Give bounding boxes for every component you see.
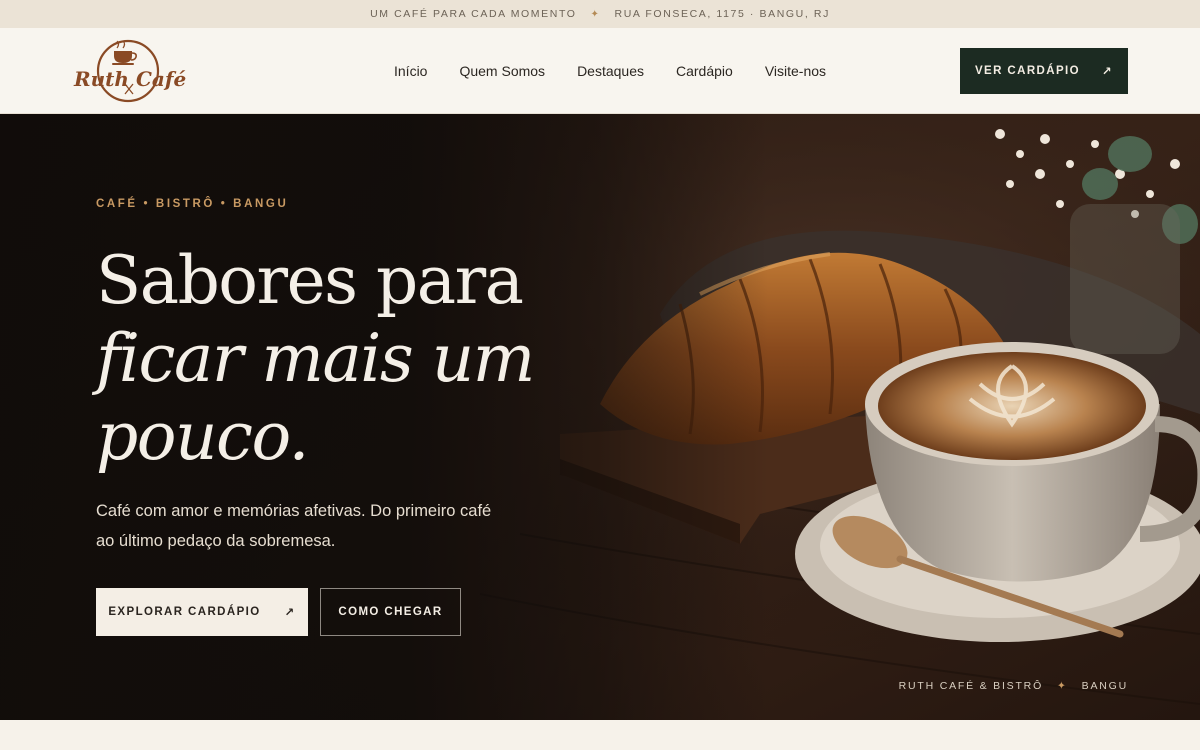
brand-name-left: Ruth bbox=[73, 67, 129, 91]
announcement-bar: UM CAFÉ PARA CADA MOMENTO ✦ RUA FONSECA,… bbox=[0, 0, 1200, 28]
hero-headline-line1: Sabores para bbox=[96, 242, 524, 319]
sparkle-icon: ✦ bbox=[590, 8, 601, 20]
brand-name-right: Café bbox=[136, 67, 186, 91]
explorar-cardapio-label: EXPLORAR CARDÁPIO bbox=[108, 606, 261, 618]
hero-caption-location: BANGU bbox=[1081, 680, 1128, 692]
sparkle-icon: ✦ bbox=[1057, 680, 1068, 692]
announcement-tagline: UM CAFÉ PARA CADA MOMENTO bbox=[370, 8, 577, 20]
arrow-up-right-icon: ↗ bbox=[284, 607, 296, 619]
hero-caption-brand: RUTH CAFÉ & BISTRÔ bbox=[898, 680, 1044, 692]
site-header: Ruth Café Início Quem Somos Destaques Ca… bbox=[0, 28, 1200, 114]
announcement-address: RUA FONSECA, 1175 · BANGU, RJ bbox=[614, 8, 830, 20]
hero-headline-line2: ficar mais um bbox=[96, 320, 535, 397]
nav-item-visite-nos[interactable]: Visite-nos bbox=[765, 63, 826, 79]
arrow-up-right-icon: ↗ bbox=[1101, 66, 1114, 78]
main-nav: Início Quem Somos Destaques Cardápio Vis… bbox=[394, 28, 826, 114]
ver-cardapio-label: VER CARDÁPIO bbox=[974, 65, 1080, 77]
hero-eyebrow: CAFÉ • BISTRÔ • BANGU bbox=[96, 198, 289, 210]
hero-headline-line3: pouco. bbox=[96, 398, 310, 475]
explorar-cardapio-button[interactable]: EXPLORAR CARDÁPIO ↗ bbox=[96, 588, 308, 636]
nav-item-inicio[interactable]: Início bbox=[394, 63, 427, 79]
nav-item-cardapio[interactable]: Cardápio bbox=[676, 63, 733, 79]
ruth-cafe-logo[interactable]: Ruth Café bbox=[72, 38, 188, 104]
como-chegar-button[interactable]: COMO CHEGAR bbox=[320, 588, 461, 636]
hero-subtitle: Café com amor e memórias afetivas. Do pr… bbox=[96, 502, 492, 550]
next-section-edge bbox=[0, 720, 1200, 750]
hero-headline: Sabores para ficar mais um pouco. bbox=[96, 242, 616, 476]
ver-cardapio-button[interactable]: VER CARDÁPIO ↗ bbox=[960, 48, 1128, 94]
nav-item-destaques[interactable]: Destaques bbox=[577, 63, 644, 79]
hero-caption: RUTH CAFÉ & BISTRÔ ✦ BANGU bbox=[899, 680, 1128, 692]
como-chegar-label: COMO CHEGAR bbox=[338, 606, 443, 618]
nav-item-quem-somos[interactable]: Quem Somos bbox=[459, 63, 545, 79]
hero-section: CAFÉ • BISTRÔ • BANGU Sabores para ficar… bbox=[0, 114, 1200, 720]
